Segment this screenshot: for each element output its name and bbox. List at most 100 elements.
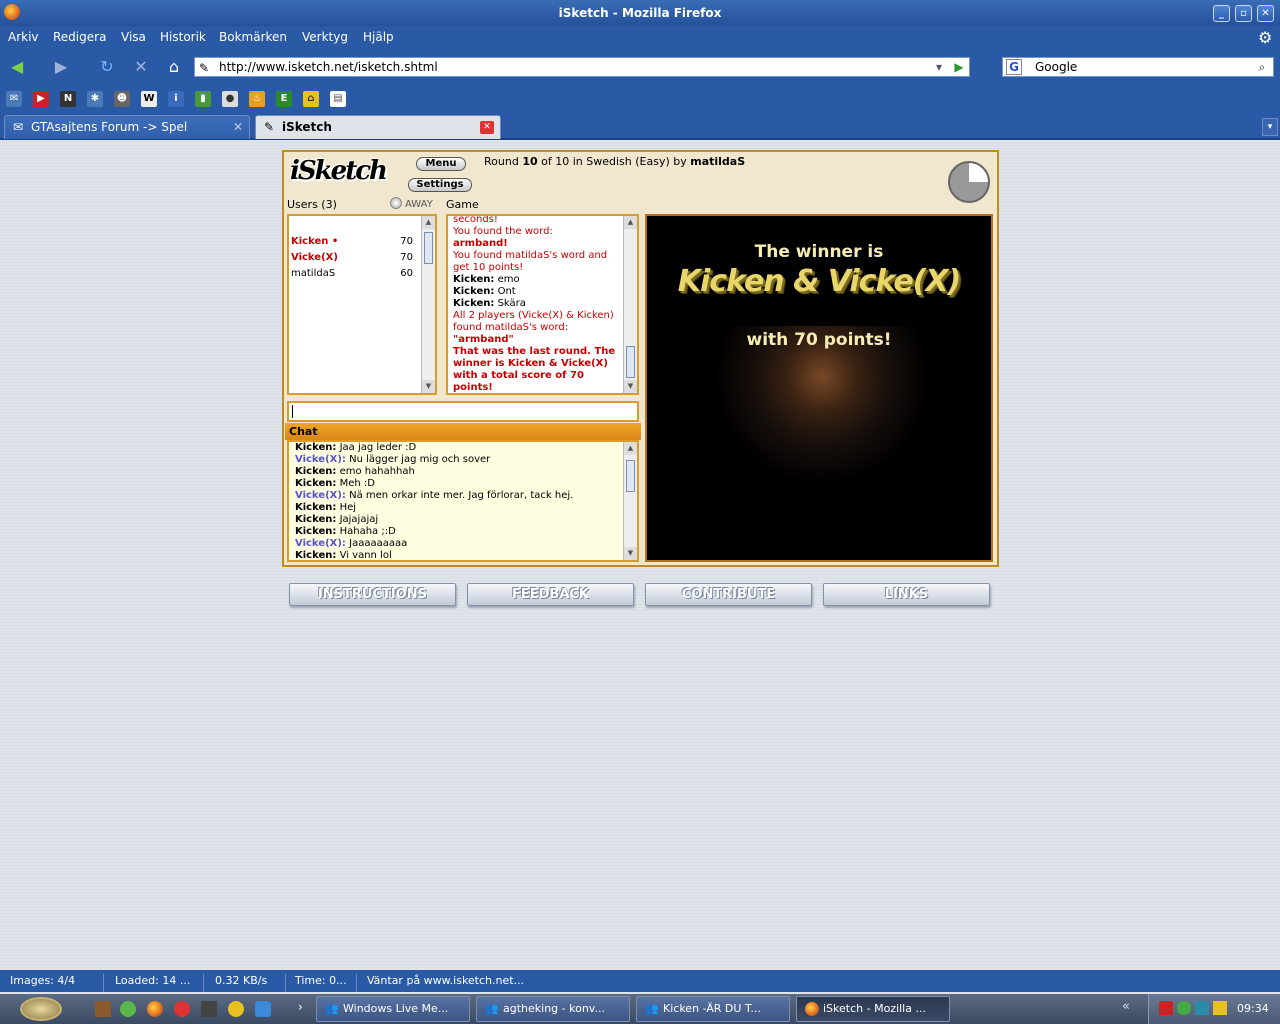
chat-message: Kicken: Vi vann lol	[295, 550, 619, 561]
bookmark-house-icon[interactable]: ⌂	[303, 91, 319, 107]
google-icon[interactable]: G	[1006, 59, 1022, 75]
scroll-down-icon[interactable]: ▼	[624, 380, 637, 393]
search-bar[interactable]: G Google ⌕	[1002, 57, 1274, 77]
search-icon[interactable]: ⌕	[1253, 58, 1271, 76]
menu-arkiv[interactable]: Arkiv	[8, 30, 39, 44]
scroll-down-icon[interactable]: ▼	[624, 547, 637, 560]
user-row[interactable]: Vicke(X) 70	[291, 252, 419, 263]
links-button[interactable]: LINKS	[823, 583, 990, 606]
bookmark-flame-icon[interactable]: ♨	[249, 91, 265, 107]
chat-author: Kicken:	[295, 514, 337, 525]
task-label: agtheking - konv...	[503, 1002, 605, 1015]
tab-close-icon[interactable]: ✕	[480, 121, 494, 134]
guess-input[interactable]	[287, 401, 639, 422]
tray-messenger-icon[interactable]	[1177, 1001, 1191, 1015]
chat-scrollbar[interactable]: ▲ ▼	[623, 442, 637, 560]
url-bar[interactable]: ✎ http://www.isketch.net/isketch.shtml ▾…	[194, 57, 970, 77]
go-icon[interactable]: ▶	[951, 58, 967, 76]
menu-button[interactable]: Menu	[416, 157, 466, 171]
isketch-logo: iSketch	[290, 156, 388, 186]
forward-icon[interactable]: ▶	[50, 56, 72, 78]
quicklaunch-ie-icon[interactable]	[255, 1001, 271, 1017]
instructions-button[interactable]: INSTRUCTIONS	[289, 583, 456, 606]
user-name: matildaS	[291, 268, 336, 279]
start-menu-icon[interactable]	[20, 997, 62, 1021]
menu-verktyg[interactable]: Verktyg	[302, 30, 348, 44]
minimize-button[interactable]: _	[1213, 5, 1230, 22]
menu-historik[interactable]: Historik	[160, 30, 206, 44]
settings-button[interactable]: Settings	[408, 178, 472, 192]
home-icon[interactable]: ⌂	[163, 56, 185, 78]
task-kicken[interactable]: 👥 Kicken -ÄR DU T...	[636, 996, 790, 1022]
log-line: Kicken: emo	[453, 274, 619, 286]
close-window-button[interactable]: ✕	[1257, 5, 1274, 22]
bookmark-youtube-icon[interactable]: ▶	[33, 91, 49, 107]
scroll-up-icon[interactable]: ▲	[422, 216, 435, 229]
user-row[interactable]: Kicken • 70	[291, 236, 419, 247]
drawing-canvas[interactable]: The winner is Kicken & Vicke(X) with 70 …	[645, 214, 993, 562]
bookmark-apple-icon[interactable]: ●	[222, 91, 238, 107]
tray-power-icon[interactable]	[1213, 1001, 1227, 1015]
chat-log: Kicken: Jaa jag leder :D Vicke(X): Nu läg…	[287, 440, 639, 562]
bookmark-chart-icon[interactable]: ▮	[195, 91, 211, 107]
round-number: 10	[522, 155, 538, 168]
menu-bokmarken[interactable]: Bokmärken	[219, 30, 287, 44]
bookmark-e-icon[interactable]: E	[276, 91, 292, 107]
log-text: emo	[497, 274, 520, 285]
maximize-button[interactable]: ▫	[1235, 5, 1252, 22]
chat-author: Kicken:	[295, 550, 337, 561]
quicklaunch-app-icon[interactable]	[95, 1001, 111, 1017]
scroll-up-icon[interactable]: ▲	[624, 442, 637, 455]
contribute-button[interactable]: CONTRIBUTE	[645, 583, 812, 606]
scroll-thumb[interactable]	[626, 346, 635, 378]
chat-text: Meh :D	[339, 478, 375, 489]
bookmark-mail-icon[interactable]: ✉	[6, 91, 22, 107]
task-agtheking[interactable]: 👥 agtheking - konv...	[476, 996, 630, 1022]
menu-hjalp[interactable]: Hjälp	[363, 30, 394, 44]
chat-author: Kicken:	[295, 526, 337, 537]
scroll-up-icon[interactable]: ▲	[624, 216, 637, 229]
status-divider	[285, 974, 286, 992]
bookmark-n-icon[interactable]: N	[60, 91, 76, 107]
quicklaunch-more-icon[interactable]: ›	[298, 1000, 303, 1014]
scroll-thumb[interactable]	[626, 460, 635, 492]
bookmark-wikipedia-icon[interactable]: W	[141, 91, 157, 107]
menu-visa[interactable]: Visa	[121, 30, 146, 44]
task-windows-live[interactable]: 👥 Windows Live Me...	[316, 996, 470, 1022]
round-details: of 10 in Swedish (Easy) by	[541, 155, 687, 168]
stop-icon[interactable]: ✕	[130, 56, 152, 78]
away-toggle[interactable]	[390, 197, 402, 209]
tab-isketch[interactable]: ✎ iSketch ✕	[255, 115, 501, 139]
chat-message: Kicken: Hahaha ;:D	[295, 526, 619, 538]
clock: 09:34	[1237, 1002, 1269, 1015]
tab-close-icon[interactable]: ✕	[233, 116, 243, 138]
bookmark-info-icon[interactable]: i	[168, 91, 184, 107]
url-dropdown-icon[interactable]: ▾	[931, 58, 947, 76]
scroll-down-icon[interactable]: ▼	[422, 380, 435, 393]
tray-shield-icon[interactable]	[1159, 1001, 1173, 1015]
bookmark-skull-icon[interactable]: ☻	[114, 91, 130, 107]
tray-network-icon[interactable]	[1195, 1001, 1209, 1015]
scroll-thumb[interactable]	[424, 232, 433, 264]
quicklaunch-film-icon[interactable]	[201, 1001, 217, 1017]
quicklaunch-messenger-icon[interactable]	[228, 1001, 244, 1017]
quicklaunch-green-icon[interactable]	[120, 1001, 136, 1017]
status-loaded: Loaded: 14 ...	[115, 974, 191, 987]
tab-gtasajtens[interactable]: ✉ GTAsajtens Forum -> Spel ✕	[4, 115, 250, 139]
quicklaunch-opera-icon[interactable]	[174, 1001, 190, 1017]
menu-bar: Arkiv Redigera Visa Historik Bokmärken V…	[0, 26, 1280, 48]
feedback-button[interactable]: FEEDBACK	[467, 583, 634, 606]
users-scrollbar[interactable]: ▲ ▼	[421, 216, 435, 393]
tray-expand-icon[interactable]: «	[1122, 999, 1130, 1014]
bookmark-page-icon[interactable]: ▤	[330, 91, 346, 107]
game-log-scrollbar[interactable]: ▲ ▼	[623, 216, 637, 393]
tab-list-icon[interactable]: ▾	[1262, 118, 1278, 136]
task-isketch-firefox[interactable]: iSketch - Mozilla ...	[796, 996, 950, 1022]
user-row[interactable]: matildaS 60	[291, 268, 419, 279]
bookmark-star-icon[interactable]: ✱	[87, 91, 103, 107]
quicklaunch-firefox-icon[interactable]	[147, 1001, 163, 1017]
back-icon[interactable]: ◀	[6, 56, 28, 78]
tab-isketch-icon: ✎	[264, 120, 275, 134]
menu-redigera[interactable]: Redigera	[53, 30, 106, 44]
reload-icon[interactable]: ↻	[96, 56, 118, 78]
